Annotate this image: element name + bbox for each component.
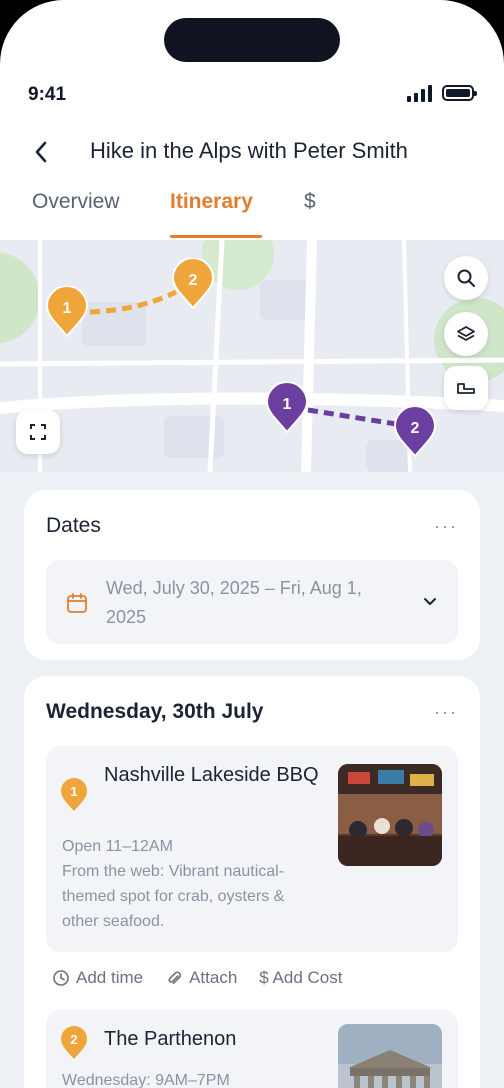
- map-marker-purple-1[interactable]: 1: [265, 382, 309, 434]
- map-measure-button[interactable]: [444, 366, 488, 410]
- back-button[interactable]: [26, 136, 56, 168]
- battery-icon: [442, 85, 477, 101]
- add-time-label: Add time: [76, 968, 144, 987]
- date-range-text: Wed, July 30, 2025 – Fri, Aug 1, 2025: [106, 578, 362, 627]
- status-time: 9:41: [28, 84, 67, 105]
- status-icons: [407, 84, 477, 102]
- dates-more-button[interactable]: ···: [434, 516, 458, 537]
- dynamic-island: [164, 18, 340, 62]
- place-name: The Parthenon: [104, 1028, 237, 1050]
- add-time-button[interactable]: Add time: [52, 968, 143, 988]
- svg-text:2: 2: [70, 1032, 77, 1047]
- map-marker-orange-1[interactable]: 1: [45, 286, 89, 338]
- place-number-pin: 2: [61, 1026, 87, 1059]
- chevron-left-icon: [35, 141, 47, 163]
- map-road: [301, 240, 317, 472]
- svg-text:1: 1: [63, 300, 72, 317]
- header: Hike in the Alps with Peter Smith: [0, 134, 504, 170]
- layers-icon: [457, 326, 475, 341]
- search-icon: [457, 269, 475, 287]
- day-more-button[interactable]: ···: [434, 702, 458, 723]
- active-tab-indicator: [170, 235, 262, 238]
- place-hours: Wednesday: 9AM–7PM: [62, 1072, 230, 1088]
- place-photo: [338, 1024, 442, 1088]
- place-number-pin: 1: [61, 778, 87, 811]
- paperclip-icon: [168, 971, 182, 985]
- clock-icon: [53, 970, 69, 986]
- map-view[interactable]: 1 2 1 2: [0, 240, 504, 472]
- svg-text:1: 1: [70, 784, 77, 799]
- map-road: [0, 357, 504, 367]
- place-hours: Open 11–12AM: [62, 838, 173, 855]
- add-cost-button[interactable]: $ Add Cost: [259, 968, 342, 988]
- map-layers-button[interactable]: [444, 312, 488, 356]
- signal-icon: [407, 84, 432, 102]
- map-fullscreen-button[interactable]: [16, 410, 60, 454]
- tab-itinerary[interactable]: Itinerary: [170, 190, 253, 214]
- dates-card: Dates ··· Wed, July 30, 2025 – Fri, Aug …: [24, 490, 480, 660]
- tab-overview[interactable]: Overview: [32, 190, 120, 214]
- place-card[interactable]: 1 Nashville Lakeside BBQ Open 11–12AM Fr…: [46, 746, 458, 952]
- svg-text:2: 2: [189, 272, 198, 289]
- tab-bar: Overview Itinerary $: [0, 190, 504, 240]
- svg-text:2: 2: [411, 420, 420, 437]
- attach-button[interactable]: Attach: [165, 968, 237, 988]
- fullscreen-icon: [30, 424, 46, 440]
- dates-title: Dates: [46, 514, 101, 537]
- map-marker-orange-2[interactable]: 2: [171, 258, 215, 310]
- map-marker-purple-2[interactable]: 2: [393, 406, 437, 458]
- add-cost-label: $ Add Cost: [259, 968, 343, 987]
- calendar-icon: [67, 593, 87, 613]
- place-actions: Add time Attach $ Add Cost: [52, 968, 342, 988]
- place-card[interactable]: 2 The Parthenon Wednesday: 9AM–7PM: [46, 1010, 458, 1088]
- phone-screen: 9:41 Hike in the Alps with Peter Smith O…: [0, 0, 504, 1088]
- chevron-down-icon: [424, 598, 436, 605]
- place-photo: [338, 764, 442, 866]
- route-purple: [307, 407, 397, 427]
- park-area: [0, 252, 40, 344]
- ruler-icon: [457, 383, 475, 394]
- day-card: Wednesday, 30th July ··· 1 Nashville Lak…: [24, 676, 480, 1088]
- date-range-picker[interactable]: Wed, July 30, 2025 – Fri, Aug 1, 2025: [46, 560, 458, 644]
- page-title: Hike in the Alps with Peter Smith: [90, 138, 408, 163]
- tab-budget[interactable]: $: [304, 190, 316, 214]
- attach-label: Attach: [189, 968, 238, 987]
- map-search-button[interactable]: [444, 256, 488, 300]
- place-name: Nashville Lakeside BBQ: [104, 764, 319, 786]
- day-title: Wednesday, 30th July: [46, 700, 264, 723]
- itinerary-content[interactable]: Dates ··· Wed, July 30, 2025 – Fri, Aug …: [0, 472, 504, 1088]
- place-description: From the web: Vibrant nautical-themed sp…: [62, 863, 285, 930]
- svg-text:1: 1: [283, 396, 292, 413]
